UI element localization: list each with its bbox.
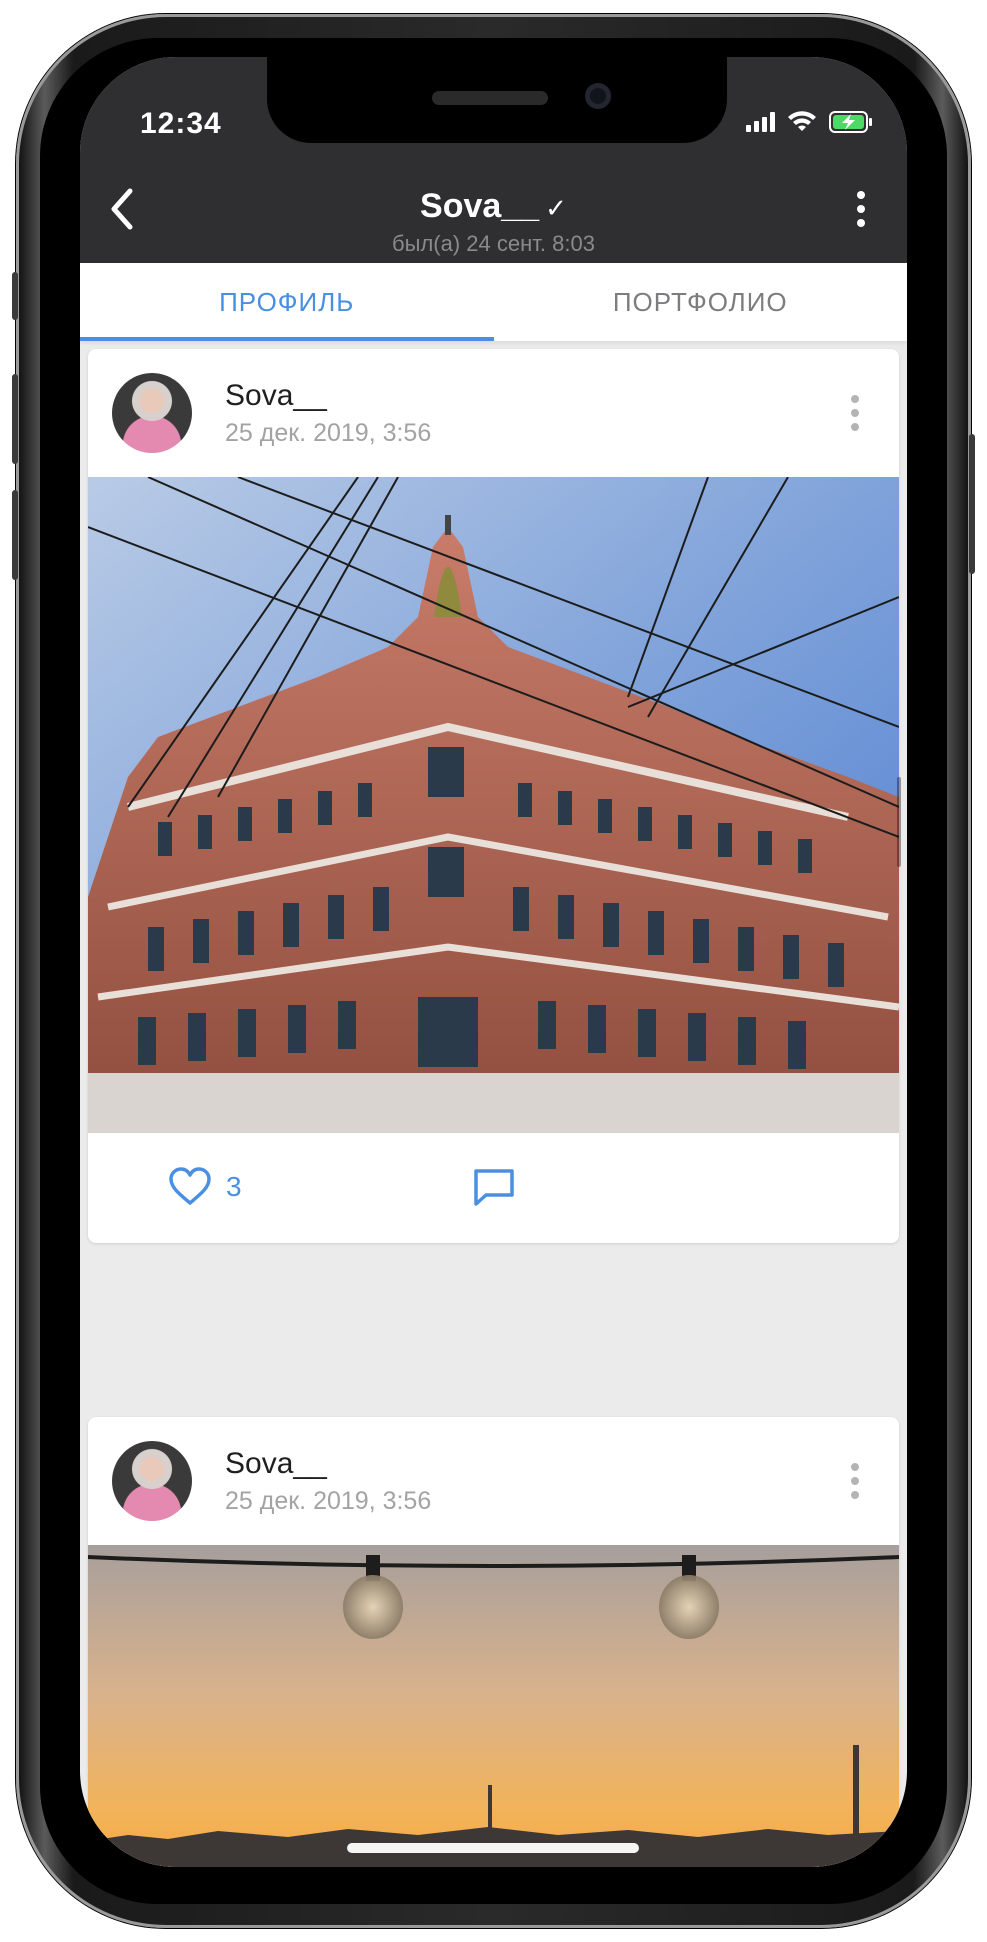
- post-photo[interactable]: [88, 1545, 899, 1867]
- heart-icon: [169, 1167, 211, 1205]
- wifi-icon: [788, 111, 816, 131]
- post-menu-button[interactable]: [851, 395, 859, 431]
- comment-icon: [474, 1169, 514, 1206]
- power-button: [969, 434, 975, 574]
- sunset-photo: [88, 1545, 899, 1867]
- post-photo[interactable]: [88, 477, 899, 1133]
- like-count: 3: [226, 1171, 242, 1202]
- profile-name: Sova__: [420, 187, 540, 225]
- comment-button[interactable]: [472, 1167, 516, 1212]
- speaker-grille: [432, 91, 548, 105]
- signal-icon: [746, 112, 775, 132]
- side-button: [12, 272, 18, 320]
- volume-down-button: [12, 490, 18, 580]
- building-photo: [88, 477, 899, 1133]
- active-tab-indicator: [80, 337, 494, 341]
- post-header: Sova__ 25 дек. 2019, 3:56: [88, 349, 899, 477]
- more-vertical-icon: [851, 395, 859, 431]
- post-author[interactable]: Sova__: [225, 379, 327, 413]
- phone-screen: 12:34 Sova__ ✓ был(а) 24 сент. 8:03 ПРОФ…: [80, 57, 907, 1867]
- post-card: Sova__ 25 дек. 2019, 3:56: [88, 349, 899, 1243]
- like-button[interactable]: 3: [168, 1167, 242, 1207]
- post-author[interactable]: Sova__: [225, 1447, 327, 1481]
- battery-charging-icon: [829, 111, 872, 133]
- avatar[interactable]: [112, 1441, 192, 1521]
- post-card: Sova__ 25 дек. 2019, 3:56: [88, 1417, 899, 1867]
- more-vertical-icon: [851, 1463, 859, 1499]
- last-seen-text: был(а) 24 сент. 8:03: [392, 231, 595, 256]
- post-actions: 3: [88, 1133, 899, 1243]
- status-icons: [746, 111, 873, 133]
- profile-name-header: Sova__ ✓: [80, 187, 907, 226]
- volume-up-button: [12, 374, 18, 464]
- post-date: 25 дек. 2019, 3:56: [225, 1487, 432, 1515]
- home-indicator[interactable]: [347, 1843, 639, 1853]
- tab-portfolio[interactable]: ПОРТФОЛИО: [494, 263, 908, 341]
- app-header: 12:34 Sova__ ✓ был(а) 24 сент. 8:03: [80, 57, 907, 263]
- post-date: 25 дек. 2019, 3:56: [225, 419, 432, 447]
- front-camera: [585, 83, 611, 109]
- post-header: Sova__ 25 дек. 2019, 3:56: [88, 1417, 899, 1545]
- status-time: 12:34: [140, 107, 222, 140]
- post-menu-button[interactable]: [851, 1463, 859, 1499]
- scrollbar[interactable]: [897, 777, 901, 867]
- avatar[interactable]: [112, 373, 192, 453]
- more-vertical-icon: [851, 191, 871, 227]
- tab-profile[interactable]: ПРОФИЛЬ: [80, 263, 494, 341]
- more-options-button[interactable]: [851, 191, 871, 235]
- tab-bar: ПРОФИЛЬ ПОРТФОЛИО: [80, 263, 907, 341]
- checkmark-icon: ✓: [545, 193, 567, 223]
